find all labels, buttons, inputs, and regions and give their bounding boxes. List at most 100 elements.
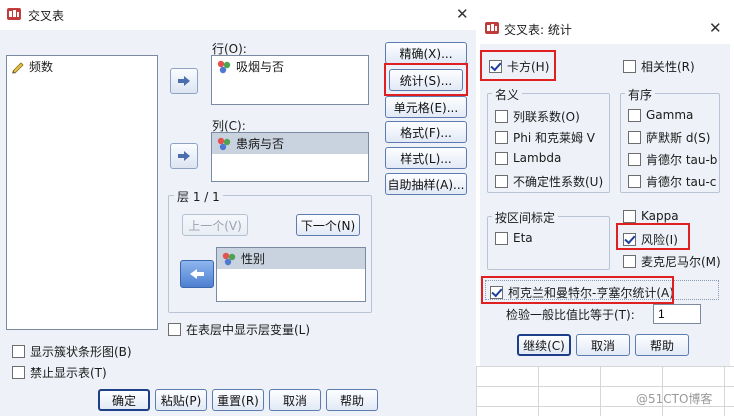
checkbox-label: 相关性(R): [641, 60, 695, 74]
eta-checkbox[interactable]: Eta: [495, 231, 533, 245]
main-titlebar[interactable]: 交叉表 ✕: [0, 0, 476, 30]
previous-layer-button[interactable]: 上一个(V): [182, 214, 248, 236]
move-to-rows-button[interactable]: [170, 68, 198, 94]
list-item[interactable]: 吸烟与否: [212, 56, 368, 77]
list-item[interactable]: 性别: [217, 248, 365, 269]
rows-list[interactable]: 吸烟与否: [211, 55, 369, 105]
checkbox-box[interactable]: [623, 255, 636, 268]
kendall-tau-b-checkbox[interactable]: 肯德尔 tau-b: [628, 151, 717, 168]
nominal-variable-icon: [222, 252, 236, 265]
checkbox-label: 显示簇状条形图(B): [30, 345, 132, 359]
checkbox-label: 不确定性系数(U): [513, 175, 604, 189]
continue-label: 继续(C): [523, 338, 565, 353]
close-icon[interactable]: ✕: [709, 21, 722, 36]
ok-button[interactable]: 确定: [98, 389, 150, 411]
previous-layer-label: 上一个(V): [188, 218, 242, 233]
columns-item-label: 患病与否: [236, 137, 285, 151]
next-layer-button[interactable]: 下一个(N): [296, 214, 360, 236]
continue-button[interactable]: 继续(C): [517, 334, 571, 356]
layer-item-label: 性别: [241, 252, 266, 266]
layer-title: 层 1 / 1: [174, 188, 223, 205]
paste-button[interactable]: 粘贴(P): [155, 389, 207, 411]
checkbox-box[interactable]: [623, 60, 636, 73]
checkbox-box[interactable]: [495, 131, 508, 144]
test-ratio-label: 检验一般比值比等于(T):: [506, 308, 635, 322]
phi-cramers-v-checkbox[interactable]: Phi 和克莱姆 V: [495, 129, 595, 146]
reset-label: 重置(R): [217, 393, 259, 408]
stats-help-button[interactable]: 帮助: [635, 334, 689, 356]
checkbox-box[interactable]: [623, 209, 636, 223]
paste-label: 粘贴(P): [160, 393, 202, 408]
help-button[interactable]: 帮助: [326, 389, 378, 411]
checkbox-box[interactable]: [628, 108, 641, 122]
ruler-pencil-icon: [12, 61, 24, 74]
kendall-tau-c-checkbox[interactable]: 肯德尔 tau-c: [628, 173, 716, 190]
lambda-checkbox[interactable]: Lambda: [495, 151, 561, 165]
stats-cancel-label: 取消: [590, 338, 615, 353]
format-button[interactable]: 格式(F)...: [385, 121, 467, 143]
list-item[interactable]: 患病与否: [212, 133, 368, 154]
rows-item-label: 吸烟与否: [236, 60, 285, 74]
source-variable-list[interactable]: 频数: [6, 55, 158, 330]
nominal-title: 名义: [492, 86, 523, 103]
checkbox-box[interactable]: [168, 323, 181, 336]
checkbox-box[interactable]: [628, 131, 641, 144]
list-item[interactable]: 频数: [7, 56, 157, 77]
checkbox-box[interactable]: [495, 110, 508, 123]
spss-app-icon: [7, 8, 21, 20]
nominal-variable-icon: [217, 137, 231, 150]
bootstrap-button[interactable]: 自助抽样(A)...: [385, 173, 467, 195]
show-layer-variables-checkbox[interactable]: 在表层中显示层变量(L): [168, 321, 310, 338]
checkbox-label: Gamma: [646, 108, 694, 122]
cancel-label: 取消: [282, 393, 307, 408]
exact-label: 精确(X)...: [399, 46, 453, 61]
cells-button[interactable]: 单元格(E)...: [385, 96, 467, 118]
arrow-right-icon: [178, 76, 190, 86]
checkbox-box[interactable]: [12, 366, 25, 379]
exact-button[interactable]: 精确(X)...: [385, 42, 467, 64]
checkbox-box[interactable]: [495, 151, 508, 165]
checkbox-box[interactable]: [495, 175, 508, 188]
correlations-checkbox[interactable]: 相关性(R): [623, 58, 695, 75]
move-to-columns-button[interactable]: [170, 143, 198, 169]
checkbox-label: Eta: [513, 231, 533, 245]
cancel-button[interactable]: 取消: [269, 389, 321, 411]
source-item-label: 频数: [29, 60, 54, 74]
checkbox-label: Lambda: [513, 151, 562, 165]
checkbox-label: 麦克尼马尔(M): [641, 255, 721, 269]
gamma-checkbox[interactable]: Gamma: [628, 108, 693, 122]
move-to-layer-button[interactable]: [180, 260, 214, 288]
stats-cancel-button[interactable]: 取消: [576, 334, 630, 356]
somers-d-checkbox[interactable]: 萨默斯 d(S): [628, 129, 710, 146]
suppress-tables-checkbox[interactable]: 禁止显示表(T): [12, 364, 107, 381]
checkbox-box[interactable]: [628, 175, 641, 188]
statistics-highlight-frame: [384, 63, 468, 96]
stats-titlebar[interactable]: 交叉表: 统计 ✕: [476, 12, 734, 44]
cells-label: 单元格(E)...: [393, 100, 459, 115]
risk-highlight-frame: [616, 223, 690, 250]
kappa-checkbox[interactable]: Kappa: [623, 209, 679, 223]
checkbox-label: 列联系数(O): [513, 110, 580, 124]
checkbox-box[interactable]: [628, 153, 641, 166]
nominal-variable-icon: [217, 60, 231, 73]
help-label: 帮助: [339, 393, 364, 408]
checkbox-label: Kappa: [641, 209, 679, 223]
test-ratio-input[interactable]: [653, 304, 701, 324]
reset-button[interactable]: 重置(R): [212, 389, 264, 411]
bootstrap-label: 自助抽样(A)...: [387, 177, 465, 192]
layer-list[interactable]: 性别: [216, 247, 366, 302]
contingency-coefficient-checkbox[interactable]: 列联系数(O): [495, 108, 580, 125]
columns-list[interactable]: 患病与否: [211, 132, 369, 182]
format-label: 格式(F)...: [400, 125, 452, 140]
checkbox-label: Phi 和克莱姆 V: [513, 131, 596, 145]
watermark: @51CTO博客: [636, 392, 713, 406]
close-icon[interactable]: ✕: [456, 7, 469, 22]
checkbox-box[interactable]: [12, 345, 25, 358]
show-bar-chart-checkbox[interactable]: 显示簇状条形图(B): [12, 343, 132, 360]
uncertainty-coefficient-checkbox[interactable]: 不确定性系数(U): [495, 173, 603, 190]
style-button[interactable]: 样式(L)...: [385, 147, 467, 169]
chi-square-highlight-frame: [480, 50, 556, 81]
checkbox-box[interactable]: [495, 231, 508, 245]
mcnemar-checkbox[interactable]: 麦克尼马尔(M): [623, 253, 721, 270]
ok-label: 确定: [111, 393, 136, 408]
